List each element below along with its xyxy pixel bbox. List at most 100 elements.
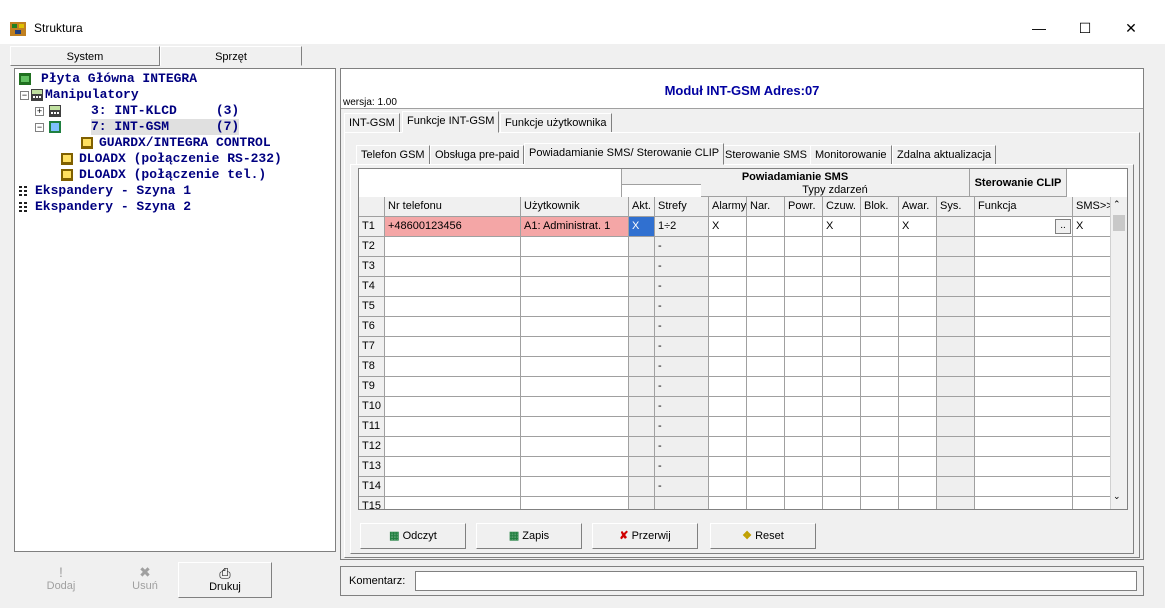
function-cell[interactable] — [975, 257, 1073, 277]
block-cell[interactable] — [861, 457, 899, 477]
arm-cell[interactable]: X — [823, 217, 861, 237]
restore-cell[interactable] — [785, 457, 823, 477]
tab-user-functions[interactable]: Funkcje użytkownika — [500, 113, 612, 133]
row-header[interactable]: T3 — [359, 257, 385, 277]
tree-item-expanders-bus1[interactable]: Ekspandery - Szyna 1 — [35, 183, 191, 199]
tamper-cell[interactable] — [747, 377, 785, 397]
trouble-cell[interactable] — [899, 257, 937, 277]
active-cell[interactable] — [629, 417, 655, 437]
alarms-cell[interactable] — [709, 477, 747, 497]
trouble-cell[interactable] — [899, 417, 937, 437]
minimize-button[interactable]: — — [1016, 14, 1062, 42]
active-cell[interactable] — [629, 497, 655, 509]
tab-gsm-phone[interactable]: Telefon GSM — [356, 145, 430, 165]
tree-item-mainboard[interactable]: Płyta Główna INTEGRA — [41, 71, 197, 87]
zones-cell[interactable]: - — [655, 457, 709, 477]
tamper-cell[interactable] — [747, 457, 785, 477]
column-header[interactable]: Czuw. — [823, 197, 861, 217]
user-cell[interactable] — [521, 497, 629, 509]
block-cell[interactable] — [861, 377, 899, 397]
tree-item-dloadx-rs232[interactable]: DLOADX (połączenie RS-232) — [79, 151, 282, 167]
active-cell[interactable] — [629, 377, 655, 397]
zones-cell[interactable]: - — [655, 357, 709, 377]
arm-cell[interactable] — [823, 377, 861, 397]
user-cell[interactable] — [521, 417, 629, 437]
system-cell[interactable] — [937, 237, 975, 257]
function-cell[interactable] — [975, 297, 1073, 317]
alarms-cell[interactable] — [709, 437, 747, 457]
user-cell[interactable] — [521, 397, 629, 417]
restore-cell[interactable] — [785, 217, 823, 237]
alarms-cell[interactable] — [709, 237, 747, 257]
tree-item-int-klcd[interactable]: 3: INT-KLCD (3) — [91, 103, 239, 119]
function-cell[interactable] — [975, 437, 1073, 457]
tab-prepaid[interactable]: Obsługa pre-paid — [430, 145, 525, 165]
arm-cell[interactable] — [823, 237, 861, 257]
function-cell[interactable] — [975, 317, 1073, 337]
row-header[interactable]: T4 — [359, 277, 385, 297]
arm-cell[interactable] — [823, 257, 861, 277]
zones-cell[interactable]: - — [655, 397, 709, 417]
tamper-cell[interactable] — [747, 317, 785, 337]
row-header[interactable]: T9 — [359, 377, 385, 397]
function-cell[interactable] — [975, 277, 1073, 297]
active-cell[interactable] — [629, 237, 655, 257]
block-cell[interactable] — [861, 337, 899, 357]
row-header[interactable]: T8 — [359, 357, 385, 377]
tree-item-expanders-bus2[interactable]: Ekspandery - Szyna 2 — [35, 199, 191, 215]
tamper-cell[interactable] — [747, 277, 785, 297]
system-cell[interactable] — [937, 297, 975, 317]
column-header[interactable]: Nr telefonu — [385, 197, 521, 217]
block-cell[interactable] — [861, 357, 899, 377]
print-button[interactable]: ⎙ Drukuj — [178, 562, 272, 598]
active-cell[interactable] — [629, 357, 655, 377]
active-cell[interactable] — [629, 477, 655, 497]
tab-monitoring[interactable]: Monitorowanie — [810, 145, 892, 165]
function-cell[interactable] — [975, 397, 1073, 417]
function-cell[interactable] — [975, 357, 1073, 377]
trouble-cell[interactable] — [899, 377, 937, 397]
arm-cell[interactable] — [823, 397, 861, 417]
block-cell[interactable] — [861, 257, 899, 277]
active-cell[interactable]: X — [629, 217, 655, 237]
user-cell[interactable] — [521, 377, 629, 397]
restore-cell[interactable] — [785, 277, 823, 297]
alarms-cell[interactable] — [709, 457, 747, 477]
tab-int-gsm[interactable]: INT-GSM — [344, 113, 400, 133]
expand-icon[interactable]: + — [35, 107, 44, 116]
user-cell[interactable] — [521, 257, 629, 277]
active-cell[interactable] — [629, 437, 655, 457]
tamper-cell[interactable] — [747, 477, 785, 497]
trouble-cell[interactable] — [899, 317, 937, 337]
zones-cell[interactable]: - — [655, 277, 709, 297]
trouble-cell[interactable] — [899, 237, 937, 257]
trouble-cell[interactable] — [899, 457, 937, 477]
column-header[interactable]: Blok. — [861, 197, 899, 217]
row-header[interactable]: T11 — [359, 417, 385, 437]
function-cell[interactable] — [975, 377, 1073, 397]
user-cell[interactable] — [521, 457, 629, 477]
tab-hardware[interactable]: Sprzęt — [160, 46, 302, 66]
system-cell[interactable] — [937, 437, 975, 457]
phone-cell[interactable] — [385, 337, 521, 357]
system-cell[interactable] — [937, 217, 975, 237]
alarms-cell[interactable] — [709, 277, 747, 297]
block-cell[interactable] — [861, 397, 899, 417]
zones-cell[interactable]: 1÷2 — [655, 217, 709, 237]
column-header[interactable]: Akt. — [629, 197, 655, 217]
row-header[interactable]: T6 — [359, 317, 385, 337]
write-button[interactable]: ▦ Zapis — [476, 523, 582, 549]
reset-button[interactable]: ❖ Reset — [710, 523, 816, 549]
restore-cell[interactable] — [785, 477, 823, 497]
phone-cell[interactable] — [385, 317, 521, 337]
zones-cell[interactable]: - — [655, 377, 709, 397]
tamper-cell[interactable] — [747, 397, 785, 417]
active-cell[interactable] — [629, 397, 655, 417]
restore-cell[interactable] — [785, 377, 823, 397]
zones-cell[interactable]: - — [655, 297, 709, 317]
zones-cell[interactable]: - — [655, 337, 709, 357]
alarms-cell[interactable] — [709, 257, 747, 277]
restore-cell[interactable] — [785, 397, 823, 417]
restore-cell[interactable] — [785, 297, 823, 317]
restore-cell[interactable] — [785, 337, 823, 357]
